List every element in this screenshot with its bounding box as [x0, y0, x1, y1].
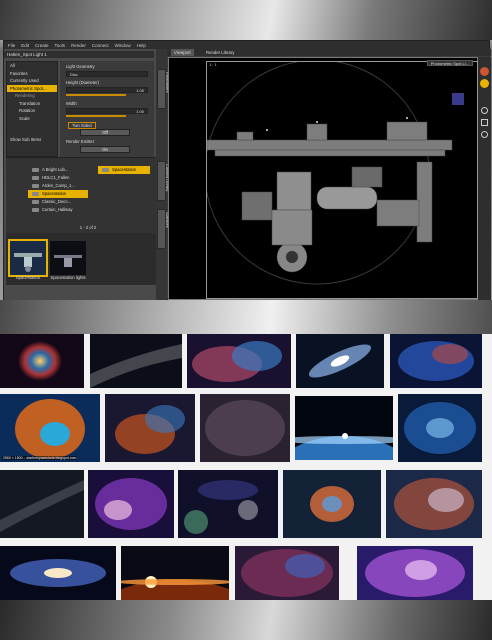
gallery-image-crab-nebula[interactable]	[283, 470, 381, 538]
spacestation-lights-thumb-image	[50, 241, 86, 275]
menu-tools[interactable]: Tools	[55, 43, 66, 48]
parameters-pane: Hatten_Spot Light 1 All Favorites Curren…	[4, 49, 156, 301]
rotate-icon[interactable]	[480, 67, 489, 76]
light-geometry-label: Light Geometry	[66, 64, 95, 69]
gallery-image-helix-nebula[interactable]	[0, 334, 84, 388]
thumbnail-grid: Spacestation Spacestation lights	[6, 233, 156, 285]
tree-item-favorites[interactable]: Favorites	[7, 70, 57, 78]
tree-item-currently-used[interactable]: Currently Used	[7, 77, 57, 85]
viewport-controls	[452, 57, 491, 300]
gallery-image-violet-nebula[interactable]	[357, 546, 473, 600]
folder-icon	[32, 207, 39, 212]
folder-icon	[32, 175, 39, 180]
folder-classic[interactable]: Classic_Deco...	[28, 198, 88, 206]
width-field[interactable]: 1.00	[66, 108, 148, 114]
viewport-tabs: Viewport Render Library	[167, 49, 491, 56]
render-emitter-toggle[interactable]: On	[80, 146, 130, 153]
thumbnail-label-spacestation: Spacestation	[15, 275, 41, 280]
zoom-icon[interactable]	[481, 131, 488, 138]
gallery-image-spiral-galaxy[interactable]	[0, 546, 116, 600]
gallery-image-orange-blue-nebula[interactable]	[0, 394, 100, 462]
render-emitter-label: Render Emitter	[66, 139, 95, 144]
gallery-image-blue-galaxy-cloud[interactable]	[398, 394, 482, 462]
folder-icon	[32, 167, 39, 172]
thumbnail-spacestation-lights[interactable]	[50, 241, 86, 275]
daz-studio-window: File Edit Create Tools Render Connect Wi…	[3, 40, 491, 301]
tree-item-all[interactable]: All	[7, 62, 57, 70]
side-tab-content-library[interactable]: Content Library	[157, 161, 170, 201]
gallery-image-dark-milky-way[interactable]	[0, 470, 84, 538]
tab-render-library[interactable]: Render Library	[203, 49, 237, 56]
folder-curtain[interactable]: Curtain_Hallway	[28, 206, 88, 214]
folder-icon	[32, 183, 39, 188]
light-geometry-select[interactable]: Disc	[66, 71, 148, 77]
tree-item-rotation[interactable]: Rotation	[7, 107, 57, 115]
tree-item-photometric-spot[interactable]: Photometric Spot...	[7, 84, 57, 92]
height-slider[interactable]	[66, 94, 126, 96]
gallery-image-planet-sunrise[interactable]	[121, 546, 229, 600]
side-tab-strip: Parameters Content Library Surfaces	[156, 49, 170, 301]
tree-item-scale[interactable]: Scale	[7, 115, 57, 123]
menu-render[interactable]: Render	[71, 43, 86, 48]
gallery-image-milky-way[interactable]	[90, 334, 182, 388]
two-sided-label: Two Sided	[68, 122, 96, 129]
gallery-image-colorful-nebula[interactable]	[187, 334, 291, 388]
spacestation-render	[207, 62, 453, 285]
side-tab-parameters[interactable]: Parameters	[157, 69, 170, 109]
folder-spacestation[interactable]: Spacestation	[28, 190, 88, 198]
metal-frame-bottom	[0, 600, 492, 640]
gallery-image-purple-nebula[interactable]	[88, 470, 174, 538]
gallery-image-earth-horizon[interactable]	[295, 396, 393, 460]
folder-icon	[102, 167, 109, 172]
gallery-image-gas-cloud[interactable]	[105, 394, 195, 462]
gallery-image-planets[interactable]	[178, 470, 278, 538]
property-editor: Light Geometry Disc Height (Diameter) 1.…	[60, 61, 154, 157]
orbit-icon[interactable]	[481, 107, 488, 114]
gallery-image-andromeda[interactable]	[296, 334, 384, 388]
tab-viewport[interactable]: Viewport	[171, 49, 194, 56]
gallery-image-star-cluster[interactable]	[235, 546, 339, 600]
thumbnail-spacestation[interactable]	[8, 239, 48, 277]
folder-bright[interactable]: A Bright Lub...	[28, 166, 88, 174]
menu-edit[interactable]: Edit	[21, 43, 29, 48]
view-cube-icon[interactable]	[452, 93, 464, 105]
gallery-image-starfield[interactable]	[200, 394, 290, 462]
metal-frame-top	[0, 0, 492, 40]
menu-help[interactable]: Help	[137, 43, 146, 48]
show-sub-items-checkbox[interactable]: Show Sub Items	[7, 136, 57, 144]
folder-hdlc[interactable]: HDLC1_Fallen	[28, 174, 88, 182]
node-dropdown[interactable]: Hatten_Spot Light 1	[4, 51, 154, 58]
width-label: Width	[66, 101, 77, 106]
page-indicator: 1 - 2 of 2	[79, 225, 97, 231]
gallery-image-red-blue-nebula[interactable]	[386, 470, 482, 538]
folder-icon	[32, 191, 39, 196]
menu-window[interactable]: Window	[115, 43, 131, 48]
tree-item-translation[interactable]: Translation	[7, 100, 57, 108]
3d-viewport[interactable]: 1 : 1 Photometric Spot Li...	[168, 57, 478, 300]
pan-icon[interactable]	[481, 119, 488, 126]
height-field[interactable]: 1.00	[66, 87, 148, 93]
side-tab-surfaces[interactable]: Surfaces	[157, 209, 170, 249]
image-caption: 2560 × 1600 – starthespacecircle.blogspo…	[2, 456, 78, 460]
spacestation-thumb-image	[10, 241, 46, 275]
thumbnail-label-spacestation-lights: Spacestation lights	[50, 275, 86, 280]
folder-arden[interactable]: Arden_Camp_1...	[28, 182, 88, 190]
height-label: Height (Diameter)	[66, 80, 100, 85]
light-icon[interactable]	[480, 79, 489, 88]
right-list-spacestation[interactable]: Spacestation	[98, 166, 150, 174]
width-slider[interactable]	[66, 115, 126, 117]
menu-file[interactable]: File	[8, 43, 15, 48]
metal-frame-middle	[0, 300, 492, 334]
two-sided-toggle[interactable]: Off	[80, 129, 130, 136]
menu-bar: File Edit Create Tools Render Connect Wi…	[4, 41, 489, 49]
menu-connect[interactable]: Connect	[92, 43, 109, 48]
menu-create[interactable]: Create	[35, 43, 49, 48]
gallery-image-blue-nebula[interactable]	[390, 334, 482, 388]
image-search-gallery: 2560 × 1600 – starthespacecircle.blogspo…	[0, 334, 492, 600]
tree-item-rendering[interactable]: Rendering	[7, 92, 57, 100]
folder-icon	[32, 199, 39, 204]
property-tree: All Favorites Currently Used Photometric…	[6, 61, 58, 157]
